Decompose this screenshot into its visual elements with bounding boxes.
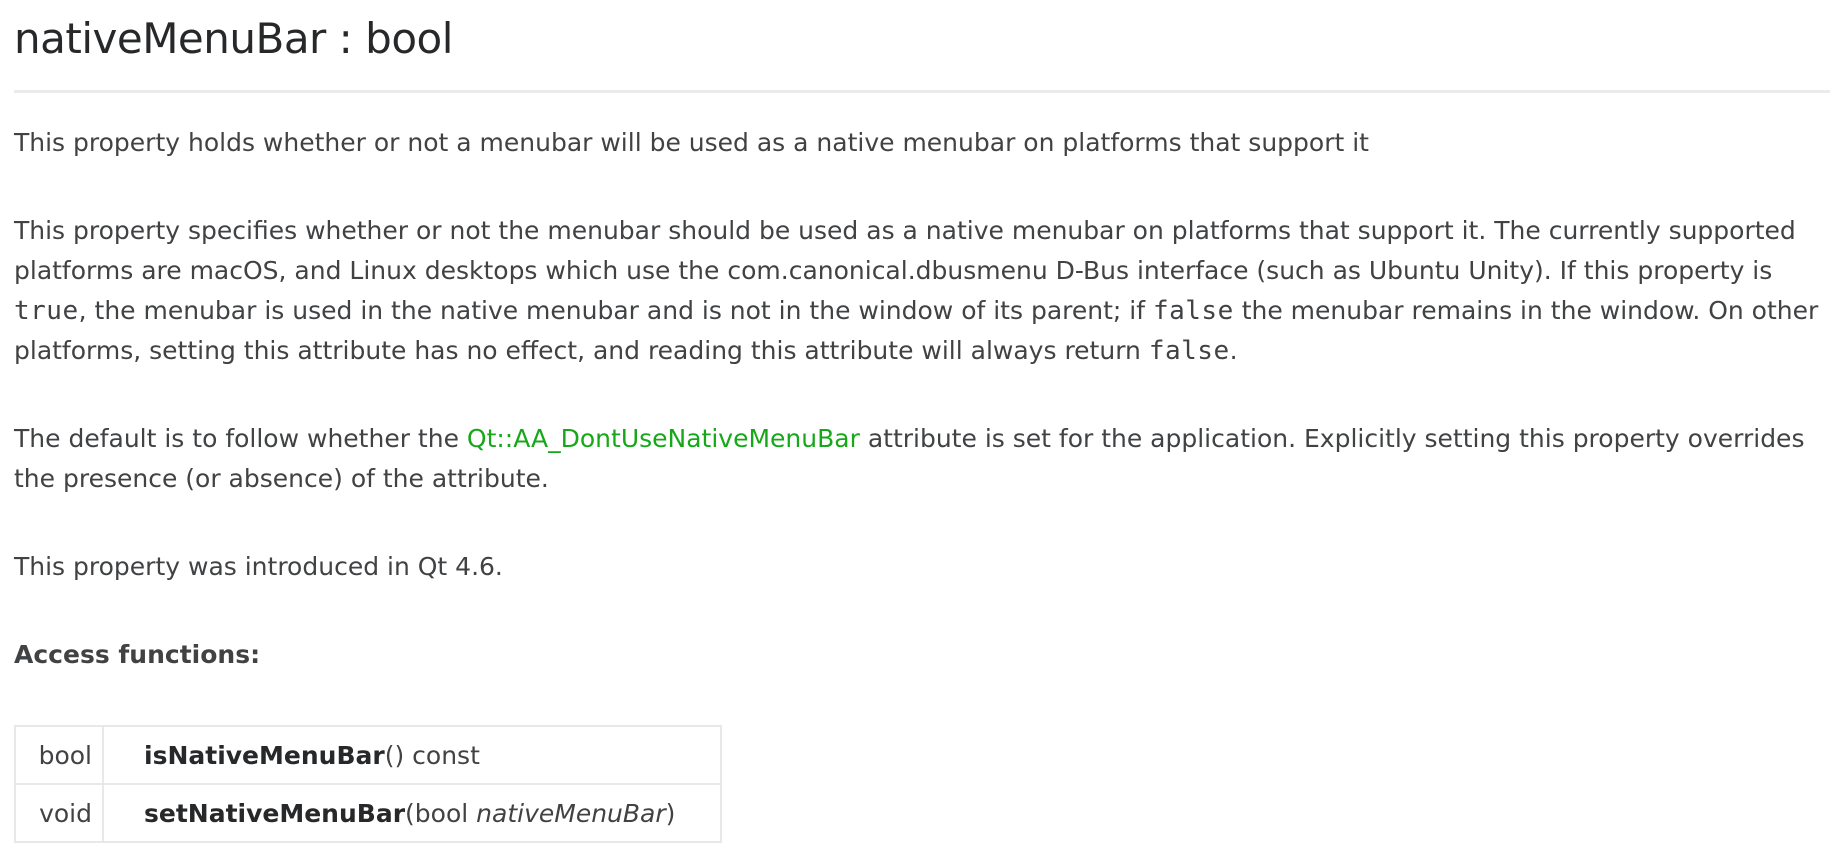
table-row: void setNativeMenuBar(bool nativeMenuBar…	[14, 783, 722, 843]
default-text-before: The default is to follow whether the	[14, 424, 467, 453]
aa-dont-use-native-menubar-link[interactable]: Qt::AA_DontUseNativeMenuBar	[467, 424, 860, 453]
function-signature: setNativeMenuBar(bool nativeMenuBar)	[102, 783, 722, 843]
function-args-close: )	[665, 798, 676, 828]
details-text-4: .	[1229, 336, 1238, 365]
code-false-return: false	[1148, 336, 1230, 366]
details-text-2: , the menubar is used in the native menu…	[78, 296, 1153, 325]
code-false: false	[1152, 296, 1234, 326]
code-true: true	[14, 296, 79, 326]
function-name: setNativeMenuBar	[144, 798, 406, 828]
access-functions-table: bool isNativeMenuBar() const void setNat…	[14, 725, 722, 843]
default-behavior: The default is to follow whether the Qt:…	[14, 419, 1830, 499]
since-note: This property was introduced in Qt 4.6.	[14, 552, 503, 581]
function-args-open: (bool	[405, 798, 477, 828]
function-signature: isNativeMenuBar() const	[102, 725, 722, 785]
doc-page: nativeMenuBar : bool This property holds…	[0, 0, 1834, 856]
return-type: bool	[14, 725, 104, 785]
return-type: void	[14, 783, 104, 843]
function-param: nativeMenuBar	[476, 798, 666, 828]
function-name: isNativeMenuBar	[144, 740, 385, 770]
details-text-1: This property specifies whether or not t…	[14, 216, 1796, 285]
property-title: nativeMenuBar : bool	[14, 14, 453, 63]
function-args: ()	[384, 740, 405, 770]
function-suffix: const	[404, 740, 480, 770]
brief-description: This property holds whether or not a men…	[14, 128, 1369, 157]
title-divider	[14, 90, 1830, 93]
detailed-description: This property specifies whether or not t…	[14, 211, 1830, 371]
table-row: bool isNativeMenuBar() const	[14, 725, 722, 785]
access-functions-heading: Access functions:	[14, 640, 261, 669]
